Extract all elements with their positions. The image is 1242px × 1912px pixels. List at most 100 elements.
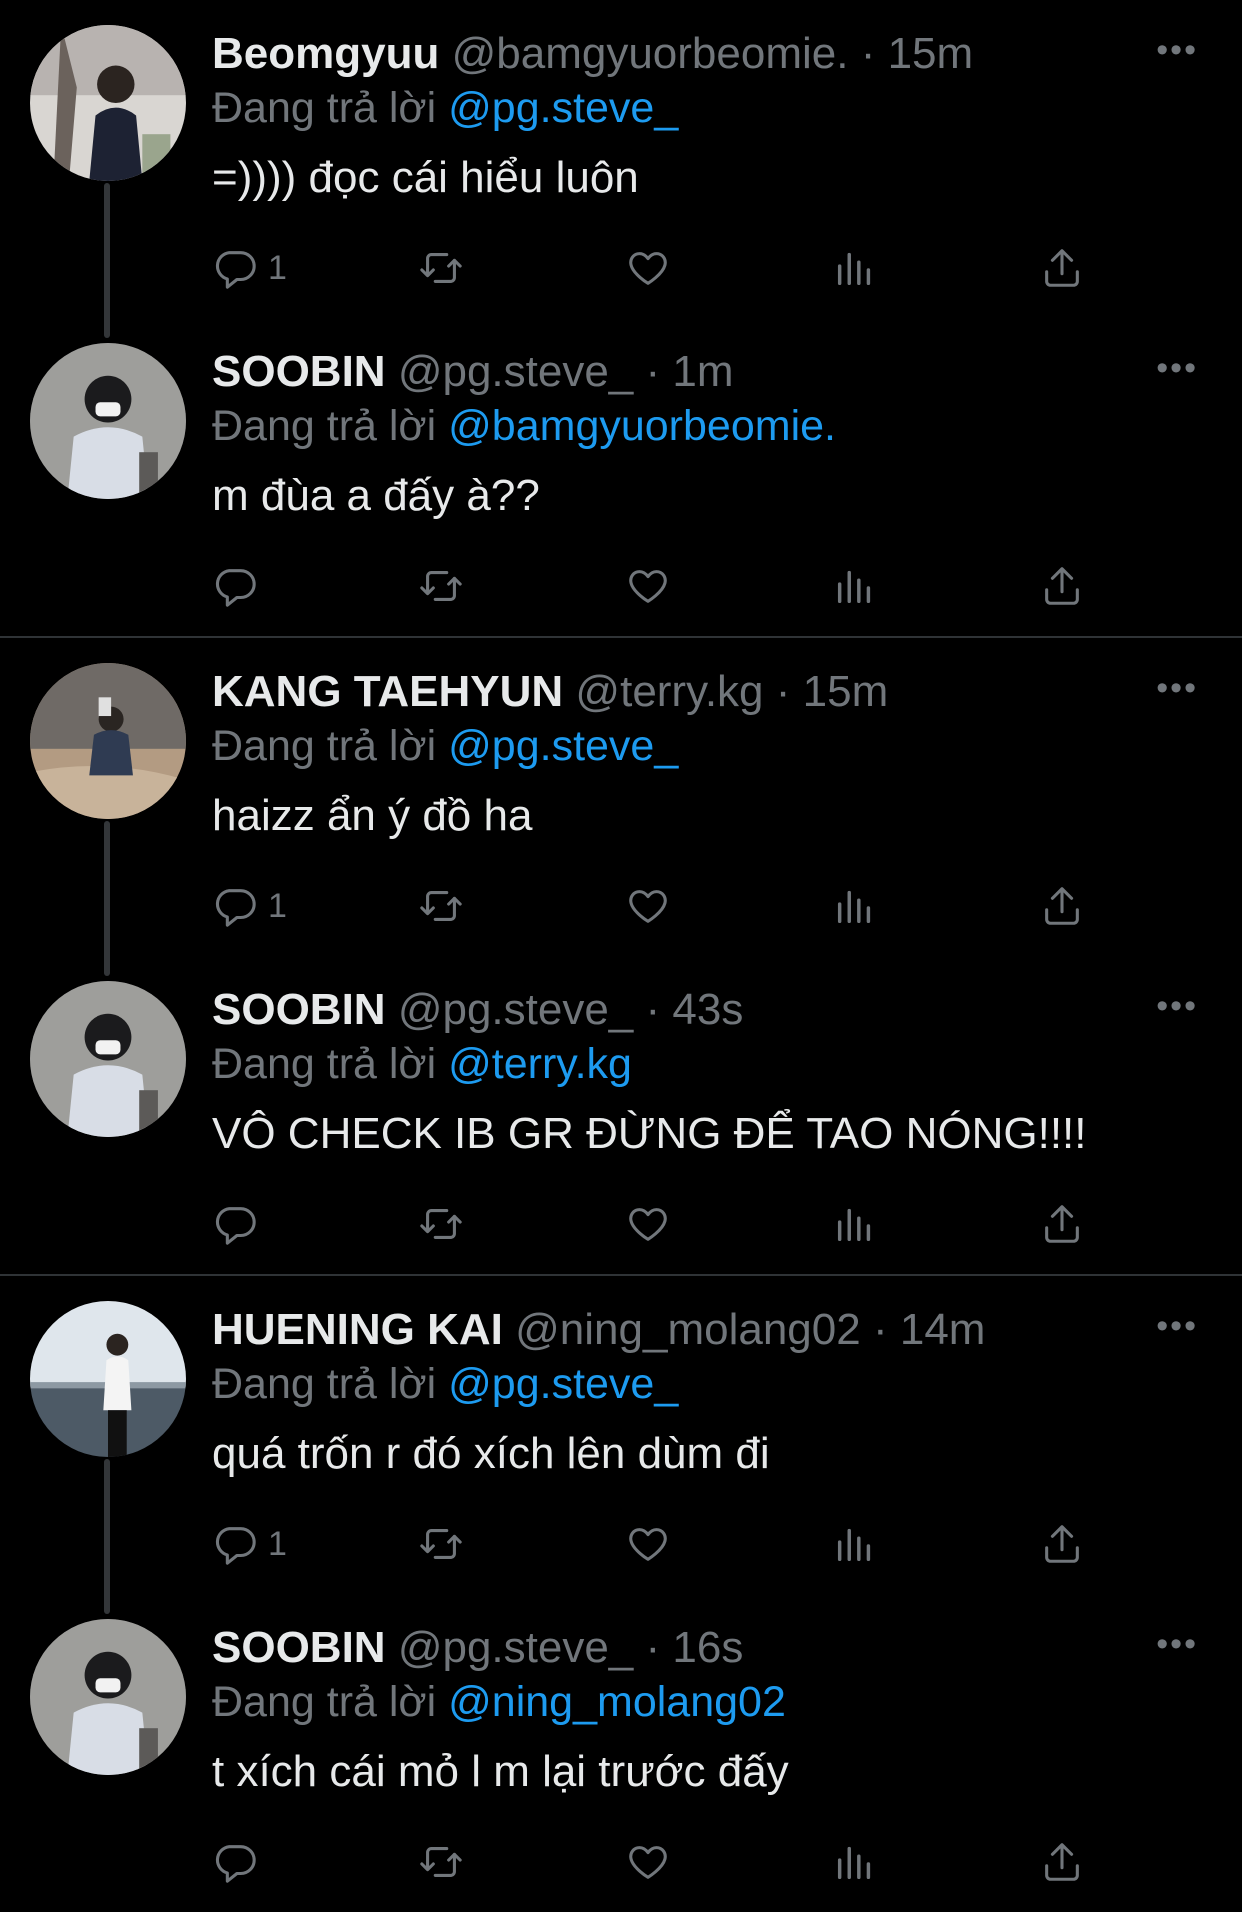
tweet[interactable]: ••• Beomgyuu @bamgyuorbeomie. · 15m Đang…	[0, 0, 1242, 338]
more-icon[interactable]: •••	[1156, 671, 1198, 705]
more-icon[interactable]: •••	[1156, 33, 1198, 67]
views-button[interactable]	[832, 878, 878, 934]
like-icon	[629, 252, 667, 285]
replying-to: Đang trả lời @pg.steve_	[212, 1358, 678, 1410]
avatar[interactable]	[30, 1301, 186, 1457]
reply-button[interactable]	[212, 1196, 268, 1252]
user-handle[interactable]: @pg.steve_	[398, 347, 633, 396]
thread: ••• HUENING KAI @ning_molang02 · 14m Đan…	[0, 1276, 1242, 1912]
views-icon	[837, 252, 871, 286]
user-handle[interactable]: @terry.kg	[575, 667, 763, 716]
share-button[interactable]	[1039, 240, 1085, 296]
avatar[interactable]	[30, 343, 186, 499]
user-handle[interactable]: @bamgyuorbeomie.	[452, 29, 849, 78]
replying-to: Đang trả lời @pg.steve_	[212, 82, 678, 134]
thread: ••• Beomgyuu @bamgyuorbeomie. · 15m Đang…	[0, 0, 1242, 636]
tweet[interactable]: ••• SOOBIN @pg.steve_ · 1m Đang trả lời …	[0, 318, 1242, 636]
tweet[interactable]: ••• HUENING KAI @ning_molang02 · 14m Đan…	[0, 1276, 1242, 1614]
retweet-button[interactable]	[418, 1196, 464, 1252]
avatar[interactable]	[30, 1619, 186, 1775]
reply-icon	[215, 251, 256, 289]
retweet-button[interactable]	[418, 240, 464, 296]
reply-button[interactable]: 1	[212, 878, 287, 934]
mention-link[interactable]: @pg.steve_	[448, 722, 678, 770]
share-icon	[1045, 1205, 1079, 1243]
reply-button[interactable]	[212, 1834, 268, 1890]
views-icon	[837, 1528, 871, 1562]
like-icon	[629, 570, 667, 603]
tweet[interactable]: ••• KANG TAEHYUN @terry.kg · 15m Đang tr…	[0, 638, 1242, 976]
retweet-icon	[420, 1209, 462, 1239]
retweet-icon	[420, 1529, 462, 1559]
display-name[interactable]: SOOBIN	[212, 985, 386, 1034]
like-button[interactable]	[625, 1834, 671, 1890]
views-button[interactable]	[832, 1834, 878, 1890]
views-button[interactable]	[832, 1516, 878, 1572]
retweet-button[interactable]	[418, 558, 464, 614]
user-handle[interactable]: @ning_molang02	[515, 1305, 861, 1354]
reply-button[interactable]	[212, 558, 268, 614]
separator-dot: ·	[872, 1305, 888, 1354]
replying-to-label: Đang trả lời	[212, 84, 437, 132]
more-icon[interactable]: •••	[1156, 989, 1198, 1023]
timestamp[interactable]: 15m	[803, 667, 889, 716]
mention-link[interactable]: @ning_molang02	[448, 1678, 786, 1726]
separator-dot: ·	[860, 29, 876, 78]
retweet-button[interactable]	[418, 1834, 464, 1890]
mention-link[interactable]: @bamgyuorbeomie.	[448, 402, 836, 450]
action-bar	[212, 1834, 1092, 1890]
views-icon	[837, 570, 871, 604]
user-handle[interactable]: @pg.steve_	[398, 1623, 633, 1672]
mention-link[interactable]: @terry.kg	[448, 1040, 632, 1088]
tweet[interactable]: ••• SOOBIN @pg.steve_ · 43s Đang trả lời…	[0, 956, 1242, 1274]
replying-to-label: Đang trả lời	[212, 402, 437, 450]
more-icon[interactable]: •••	[1156, 1309, 1198, 1343]
like-button[interactable]	[625, 878, 671, 934]
like-button[interactable]	[625, 558, 671, 614]
tweet-header: KANG TAEHYUN @terry.kg · 15m	[212, 666, 1132, 718]
timestamp[interactable]: 43s	[672, 985, 743, 1034]
like-button[interactable]	[625, 240, 671, 296]
avatar[interactable]	[30, 981, 186, 1137]
like-button[interactable]	[625, 1196, 671, 1252]
display-name[interactable]: HUENING KAI	[212, 1305, 503, 1354]
avatar[interactable]	[30, 25, 186, 181]
avatar-photo-icon	[30, 343, 186, 499]
separator-dot: ·	[775, 667, 791, 716]
mention-link[interactable]: @pg.steve_	[448, 84, 678, 132]
views-icon	[837, 1846, 871, 1880]
share-button[interactable]	[1039, 1834, 1085, 1890]
reply-button[interactable]: 1	[212, 240, 287, 296]
share-button[interactable]	[1039, 558, 1085, 614]
timestamp[interactable]: 16s	[672, 1623, 743, 1672]
timestamp[interactable]: 15m	[888, 29, 974, 78]
views-button[interactable]	[832, 558, 878, 614]
share-icon	[1045, 887, 1079, 925]
display-name[interactable]: SOOBIN	[212, 347, 386, 396]
share-button[interactable]	[1039, 1196, 1085, 1252]
retweet-button[interactable]	[418, 878, 464, 934]
tweet[interactable]: ••• SOOBIN @pg.steve_ · 16s Đang trả lời…	[0, 1594, 1242, 1912]
reply-button[interactable]: 1	[212, 1516, 287, 1572]
mention-link[interactable]: @pg.steve_	[448, 1360, 678, 1408]
views-button[interactable]	[832, 240, 878, 296]
avatar[interactable]	[30, 663, 186, 819]
like-button[interactable]	[625, 1516, 671, 1572]
replying-to: Đang trả lời @ning_molang02	[212, 1676, 786, 1728]
user-handle[interactable]: @pg.steve_	[398, 985, 633, 1034]
share-button[interactable]	[1039, 878, 1085, 934]
timestamp[interactable]: 14m	[900, 1305, 986, 1354]
avatar-photo-icon	[30, 1619, 186, 1775]
display-name[interactable]: KANG TAEHYUN	[212, 667, 563, 716]
retweet-button[interactable]	[418, 1516, 464, 1572]
timestamp[interactable]: 1m	[672, 347, 733, 396]
display-name[interactable]: SOOBIN	[212, 1623, 386, 1672]
share-button[interactable]	[1039, 1516, 1085, 1572]
views-icon	[837, 1208, 871, 1242]
separator-dot: ·	[645, 347, 661, 396]
views-button[interactable]	[832, 1196, 878, 1252]
display-name[interactable]: Beomgyuu	[212, 29, 439, 78]
more-icon[interactable]: •••	[1156, 351, 1198, 385]
more-icon[interactable]: •••	[1156, 1627, 1198, 1661]
separator-dot: ·	[645, 1623, 661, 1672]
